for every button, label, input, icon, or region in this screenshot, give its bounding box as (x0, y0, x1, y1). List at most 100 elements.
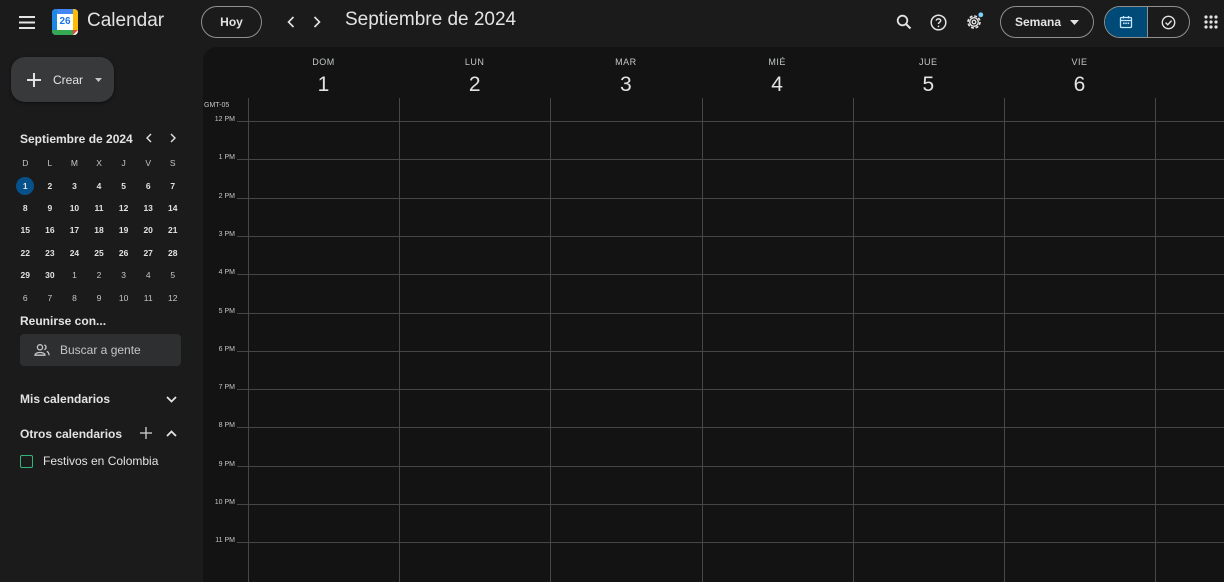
mini-calendar-day-number: 6 (22, 292, 28, 303)
mini-calendar-day[interactable]: 12 (160, 289, 185, 307)
mini-calendar-day[interactable]: 25 (87, 244, 112, 262)
day-column-divider (399, 98, 401, 582)
mini-calendar-day[interactable]: 30 (38, 266, 63, 284)
calendar-item-festivos[interactable]: Festivos en Colombia (20, 454, 158, 468)
hour-gridline (237, 197, 1224, 199)
day-name: S (1155, 57, 1224, 67)
mini-calendar-day[interactable]: 11 (87, 199, 112, 217)
mini-calendar-day[interactable]: 16 (38, 221, 63, 239)
day-number[interactable]: 4 (702, 73, 853, 97)
search-button[interactable] (892, 10, 916, 34)
settings-button[interactable] (961, 9, 987, 35)
meet-with-title: Reunirse con... (20, 314, 107, 328)
mini-calendar-day[interactable]: 9 (87, 289, 112, 307)
mini-calendar-day[interactable]: 20 (136, 221, 161, 239)
add-calendar-icon[interactable] (140, 427, 152, 439)
mini-calendar-day[interactable]: 11 (136, 289, 161, 307)
plus-icon (27, 72, 41, 87)
calendar-view-button[interactable] (1105, 7, 1147, 37)
mini-calendar-day-number: 26 (118, 247, 129, 258)
mini-calendar-day[interactable]: 27 (136, 244, 161, 262)
hour-gridline (237, 312, 1224, 314)
mini-calendar-day[interactable]: 10 (111, 289, 136, 307)
mini-calendar-day[interactable]: 8 (62, 289, 87, 307)
mini-calendar-day[interactable]: 19 (111, 221, 136, 239)
mini-calendar-day[interactable]: 1 (62, 266, 87, 284)
hour-label: 10 PM (214, 499, 235, 506)
day-name: VIE (1071, 57, 1088, 67)
mini-calendar-day-number: 13 (143, 202, 153, 213)
mini-calendar-day[interactable]: 22 (13, 244, 38, 262)
mini-calendar-day[interactable]: 26 (111, 244, 136, 262)
view-selector[interactable]: Semana (1000, 6, 1094, 38)
my-calendars-toggle[interactable]: Mis calendarios (20, 392, 180, 406)
day-column-header[interactable]: LUN 2 (399, 47, 550, 97)
day-number[interactable]: 1 (248, 73, 399, 97)
day-number[interactable]: 6 (1004, 73, 1155, 97)
mini-calendar-day[interactable]: 7 (38, 289, 63, 307)
day-name: LUN (464, 57, 485, 67)
mini-calendar-day[interactable]: 4 (136, 266, 161, 284)
day-number[interactable]: 5 (853, 73, 1004, 97)
mini-calendar-day[interactable]: 8 (13, 199, 38, 217)
day-column-header[interactable]: MAR 3 (550, 47, 701, 97)
mini-calendar-day[interactable]: 7 (160, 177, 185, 195)
tasks-view-button[interactable] (1148, 7, 1190, 37)
day-name: DOM (312, 57, 335, 67)
mini-calendar-day[interactable]: 15 (13, 221, 38, 239)
mini-calendar-day[interactable]: 21 (160, 221, 185, 239)
mini-calendar-day[interactable]: 13 (136, 199, 161, 217)
mini-calendar-day[interactable]: 5 (160, 266, 185, 284)
hour-label: 1 PM (218, 154, 235, 162)
search-people-input[interactable]: Buscar a gente (20, 334, 181, 366)
calendar-logo-icon[interactable]: 26 (52, 9, 78, 35)
main-menu-button[interactable] (14, 10, 40, 34)
mini-calendar-day[interactable]: 28 (160, 244, 185, 262)
mini-calendar-day[interactable]: 23 (38, 244, 63, 262)
mini-calendar-day[interactable]: 6 (13, 289, 38, 307)
mini-calendar-day[interactable]: 2 (38, 177, 63, 195)
mini-calendar-day[interactable]: 3 (62, 177, 87, 195)
mini-calendar-day[interactable]: 5 (111, 177, 136, 195)
day-column-header[interactable]: VIE 6 (1004, 47, 1155, 97)
mini-calendar-weekday: L (47, 158, 53, 169)
calendar-checkbox[interactable] (20, 454, 33, 468)
create-button[interactable]: Crear (11, 57, 114, 102)
day-column-header[interactable]: JUE 5 (853, 47, 1004, 97)
day-column-header[interactable]: MIÉ 4 (702, 47, 853, 97)
today-button[interactable]: Hoy (201, 6, 262, 38)
help-button[interactable] (926, 10, 950, 34)
mini-calendar-day[interactable]: 24 (62, 244, 87, 262)
mini-calendar-day-number: 15 (20, 225, 31, 236)
mini-calendar-day-number: 23 (45, 247, 55, 258)
google-apps-button[interactable] (1200, 10, 1222, 34)
next-period-button[interactable] (306, 10, 328, 34)
mini-calendar-day-number: 3 (72, 180, 77, 191)
mini-calendar-day[interactable]: 2 (87, 266, 112, 284)
mini-calendar-day[interactable]: 6 (136, 177, 161, 195)
mini-calendar-day-number: 9 (47, 202, 53, 213)
other-calendars-label: Otros calendarios (20, 427, 123, 441)
mini-calendar-day-number: 28 (168, 247, 178, 258)
mini-calendar-day[interactable]: 10 (62, 199, 87, 217)
mini-calendar-next[interactable] (165, 130, 181, 146)
mini-calendar-day[interactable]: 9 (38, 199, 63, 217)
mini-calendar-day[interactable]: 18 (87, 221, 112, 239)
search-icon (896, 14, 912, 30)
day-number[interactable]: 2 (399, 73, 550, 97)
mini-calendar-day[interactable]: 17 (62, 221, 87, 239)
other-calendars-toggle[interactable]: Otros calendarios (20, 427, 180, 441)
previous-period-button[interactable] (280, 10, 302, 34)
mini-calendar-previous[interactable] (141, 130, 157, 146)
day-column-header[interactable]: DOM 1 (248, 47, 399, 97)
mini-calendar-day[interactable]: 3 (111, 266, 136, 284)
mini-calendar-day[interactable]: 12 (111, 199, 136, 217)
mini-calendar-day[interactable]: 29 (13, 266, 38, 284)
chevron-up-icon (166, 430, 177, 437)
mini-calendar-day[interactable]: 4 (87, 177, 112, 195)
day-number[interactable]: 3 (550, 73, 701, 97)
mini-calendar-day[interactable]: 1 (13, 176, 38, 195)
day-column-header[interactable]: S (1155, 47, 1224, 73)
mini-calendar-day[interactable]: 14 (160, 199, 185, 217)
calendar-item-label: Festivos en Colombia (43, 454, 159, 468)
